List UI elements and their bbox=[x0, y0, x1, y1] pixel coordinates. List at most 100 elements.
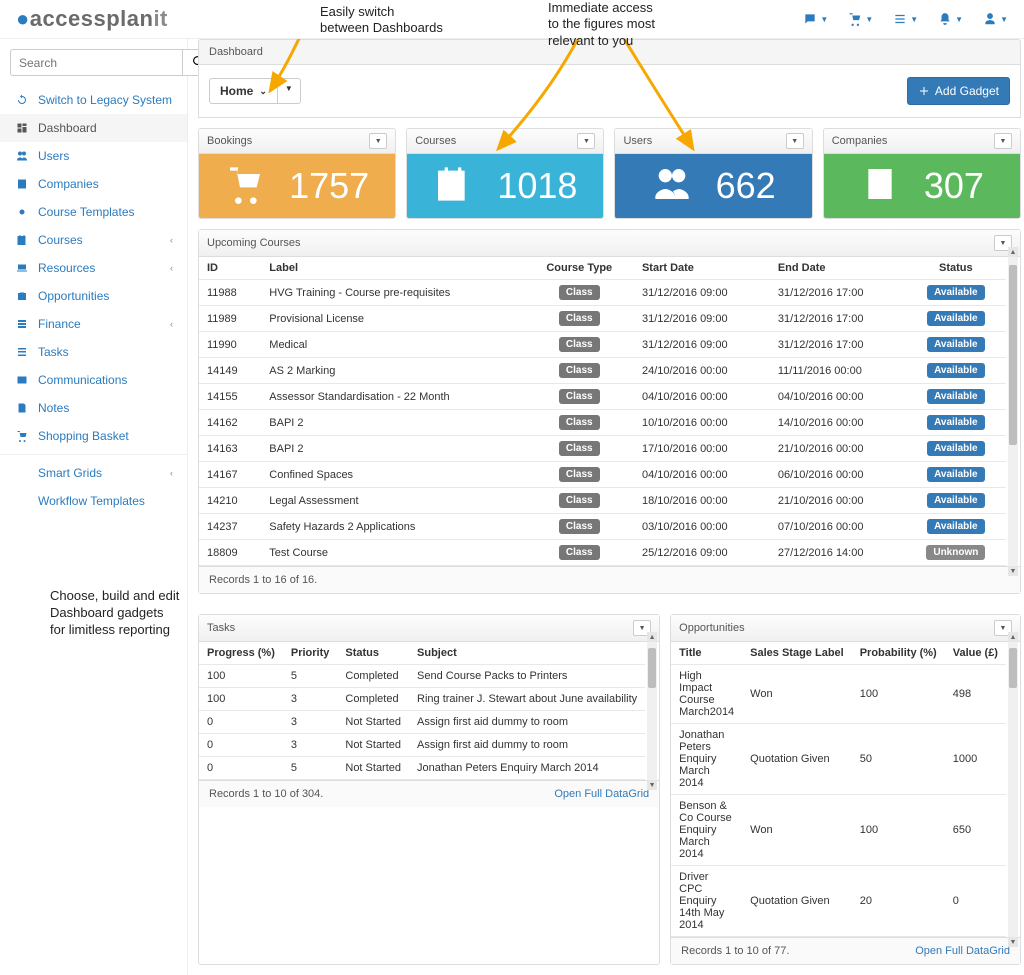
table-row[interactable]: 100 3 Completed Ring trainer J. Stewart … bbox=[199, 688, 645, 711]
table-row[interactable]: Jonathan Peters Enquiry March 2014 Quota… bbox=[671, 724, 1006, 795]
table-row[interactable]: 14210 Legal Assessment Class 18/10/2016 … bbox=[199, 488, 1006, 514]
chevron-left-icon: ‹ bbox=[170, 468, 173, 478]
tile-menu-button[interactable]: ▼ bbox=[369, 133, 387, 149]
table-row[interactable]: 11988 HVG Training - Course pre-requisit… bbox=[199, 280, 1006, 306]
stat-tile-users: Users ▼ 662 bbox=[614, 128, 812, 219]
sidebar-item-users[interactable]: Users bbox=[0, 142, 187, 170]
open-full-datagrid-link[interactable]: Open Full DataGrid bbox=[554, 788, 649, 800]
tile-title: Courses bbox=[415, 135, 456, 147]
column-header[interactable]: Progress (%) bbox=[199, 642, 283, 665]
column-header[interactable]: Subject bbox=[409, 642, 645, 665]
briefcase-icon bbox=[14, 290, 30, 302]
sidebar-item-workflow-templates[interactable]: Workflow Templates bbox=[0, 487, 187, 515]
topnav-user-icon[interactable]: ▼ bbox=[983, 12, 1008, 26]
topnav-chat-icon[interactable]: ▼ bbox=[803, 12, 828, 26]
column-header[interactable]: End Date bbox=[770, 257, 906, 280]
panel-title: Upcoming Courses bbox=[207, 237, 301, 249]
status-badge: Available bbox=[927, 337, 985, 352]
tile-title: Bookings bbox=[207, 135, 252, 147]
dashboard-selector[interactable]: Home⌄ bbox=[209, 78, 278, 104]
table-row[interactable]: 100 5 Completed Send Course Packs to Pri… bbox=[199, 665, 645, 688]
scrollbar[interactable]: ▲ ▼ bbox=[1008, 257, 1018, 566]
column-header[interactable]: Title bbox=[671, 642, 742, 665]
status-badge: Available bbox=[927, 467, 985, 482]
chevron-left-icon: ‹ bbox=[170, 263, 173, 273]
sidebar-item-smart-grids[interactable]: Smart Grids‹ bbox=[0, 459, 187, 487]
status-badge: Available bbox=[927, 519, 985, 534]
scrollbar[interactable]: ▲▼ bbox=[647, 642, 657, 780]
sidebar-item-label: Dashboard bbox=[38, 121, 97, 135]
status-badge: Available bbox=[927, 285, 985, 300]
sidebar-item-label: Users bbox=[38, 149, 69, 163]
course-type-badge: Class bbox=[559, 519, 600, 534]
sidebar-item-finance[interactable]: Finance‹ bbox=[0, 310, 187, 338]
column-header[interactable]: Value (£) bbox=[945, 642, 1006, 665]
sidebar-item-label: Workflow Templates bbox=[38, 494, 145, 508]
tile-menu-button[interactable]: ▼ bbox=[994, 133, 1012, 149]
column-header[interactable]: Label bbox=[261, 257, 524, 280]
table-row[interactable]: Driver CPC Enquiry 14th May 2014 Quotati… bbox=[671, 866, 1006, 937]
table-row[interactable]: 0 3 Not Started Assign first aid dummy t… bbox=[199, 734, 645, 757]
table-row[interactable]: 14155 Assessor Standardisation - 22 Mont… bbox=[199, 384, 1006, 410]
topnav-cart-icon[interactable]: ▼ bbox=[848, 12, 873, 26]
records-count: Records 1 to 16 of 16. bbox=[209, 574, 317, 586]
chevron-left-icon: ‹ bbox=[170, 319, 173, 329]
column-header[interactable]: Start Date bbox=[634, 257, 770, 280]
table-row[interactable]: 18809 Test Course Class 25/12/2016 09:00… bbox=[199, 540, 1006, 566]
add-gadget-button[interactable]: Add Gadget bbox=[907, 77, 1010, 105]
course-type-badge: Class bbox=[559, 285, 600, 300]
users-icon bbox=[14, 150, 30, 162]
tile-value: 1757 bbox=[289, 165, 369, 207]
status-badge: Unknown bbox=[926, 545, 985, 560]
sidebar-item-resources[interactable]: Resources‹ bbox=[0, 254, 187, 282]
table-row[interactable]: 0 3 Not Started Assign first aid dummy t… bbox=[199, 711, 645, 734]
table-row[interactable]: 14162 BAPI 2 Class 10/10/2016 00:00 14/1… bbox=[199, 410, 1006, 436]
refresh-icon bbox=[14, 94, 30, 106]
tasks-panel: Tasks ▼ Progress (%)PriorityStatusSubjec… bbox=[198, 614, 660, 965]
sidebar-item-dashboard[interactable]: Dashboard bbox=[0, 114, 187, 142]
topnav-bell-icon[interactable]: ▼ bbox=[938, 12, 963, 26]
sidebar-item-switch-to-legacy-system[interactable]: Switch to Legacy System bbox=[0, 86, 187, 114]
open-full-datagrid-link[interactable]: Open Full DataGrid bbox=[915, 945, 1010, 957]
course-type-badge: Class bbox=[559, 545, 600, 560]
topnav-list-icon[interactable]: ▼ bbox=[893, 12, 918, 26]
table-row[interactable]: 11989 Provisional License Class 31/12/20… bbox=[199, 306, 1006, 332]
table-row[interactable]: 14167 Confined Spaces Class 04/10/2016 0… bbox=[199, 462, 1006, 488]
sidebar-item-tasks[interactable]: Tasks bbox=[0, 338, 187, 366]
course-type-badge: Class bbox=[559, 441, 600, 456]
sidebar-item-courses[interactable]: Courses‹ bbox=[0, 226, 187, 254]
sidebar-item-course-templates[interactable]: Course Templates bbox=[0, 198, 187, 226]
upcoming-courses-panel: Upcoming Courses ▼ IDLabelCourse TypeSta… bbox=[198, 229, 1021, 594]
tile-menu-button[interactable]: ▼ bbox=[577, 133, 595, 149]
sidebar-item-label: Courses bbox=[38, 233, 83, 247]
table-row[interactable]: 14149 AS 2 Marking Class 24/10/2016 00:0… bbox=[199, 358, 1006, 384]
column-header[interactable]: Status bbox=[906, 257, 1006, 280]
column-header[interactable]: Priority bbox=[283, 642, 338, 665]
column-header[interactable]: ID bbox=[199, 257, 261, 280]
course-type-badge: Class bbox=[559, 493, 600, 508]
users-icon bbox=[652, 164, 692, 208]
tile-value: 307 bbox=[924, 165, 984, 207]
tile-menu-button[interactable]: ▼ bbox=[786, 133, 804, 149]
table-row[interactable]: 11990 Medical Class 31/12/2016 09:00 31/… bbox=[199, 332, 1006, 358]
stat-tile-courses: Courses ▼ 1018 bbox=[406, 128, 604, 219]
column-header[interactable]: Status bbox=[337, 642, 409, 665]
table-row[interactable]: 14237 Safety Hazards 2 Applications Clas… bbox=[199, 514, 1006, 540]
search-input[interactable] bbox=[10, 49, 182, 76]
main-content: Dashboard Home⌄ ▼ Add Gadget Bookings ▼ … bbox=[188, 39, 1024, 975]
table-row[interactable]: Benson & Co Course Enquiry March 2014 Wo… bbox=[671, 795, 1006, 866]
column-header[interactable]: Probability (%) bbox=[852, 642, 945, 665]
table-row[interactable]: High Impact Course March2014 Won 100 498 bbox=[671, 665, 1006, 724]
sidebar-item-companies[interactable]: Companies bbox=[0, 170, 187, 198]
table-row[interactable]: 14163 BAPI 2 Class 17/10/2016 00:00 21/1… bbox=[199, 436, 1006, 462]
table-row[interactable]: 0 5 Not Started Jonathan Peters Enquiry … bbox=[199, 757, 645, 780]
sidebar-item-communications[interactable]: Communications bbox=[0, 366, 187, 394]
sidebar-item-shopping-basket[interactable]: Shopping Basket bbox=[0, 422, 187, 450]
scrollbar[interactable]: ▲▼ bbox=[1008, 642, 1018, 937]
sidebar-item-opportunities[interactable]: Opportunities bbox=[0, 282, 187, 310]
sidebar-item-notes[interactable]: Notes bbox=[0, 394, 187, 422]
column-header[interactable]: Course Type bbox=[525, 257, 634, 280]
column-header[interactable]: Sales Stage Label bbox=[742, 642, 852, 665]
dashboard-selector-caret[interactable]: ▼ bbox=[278, 78, 301, 104]
note-icon bbox=[14, 402, 30, 414]
